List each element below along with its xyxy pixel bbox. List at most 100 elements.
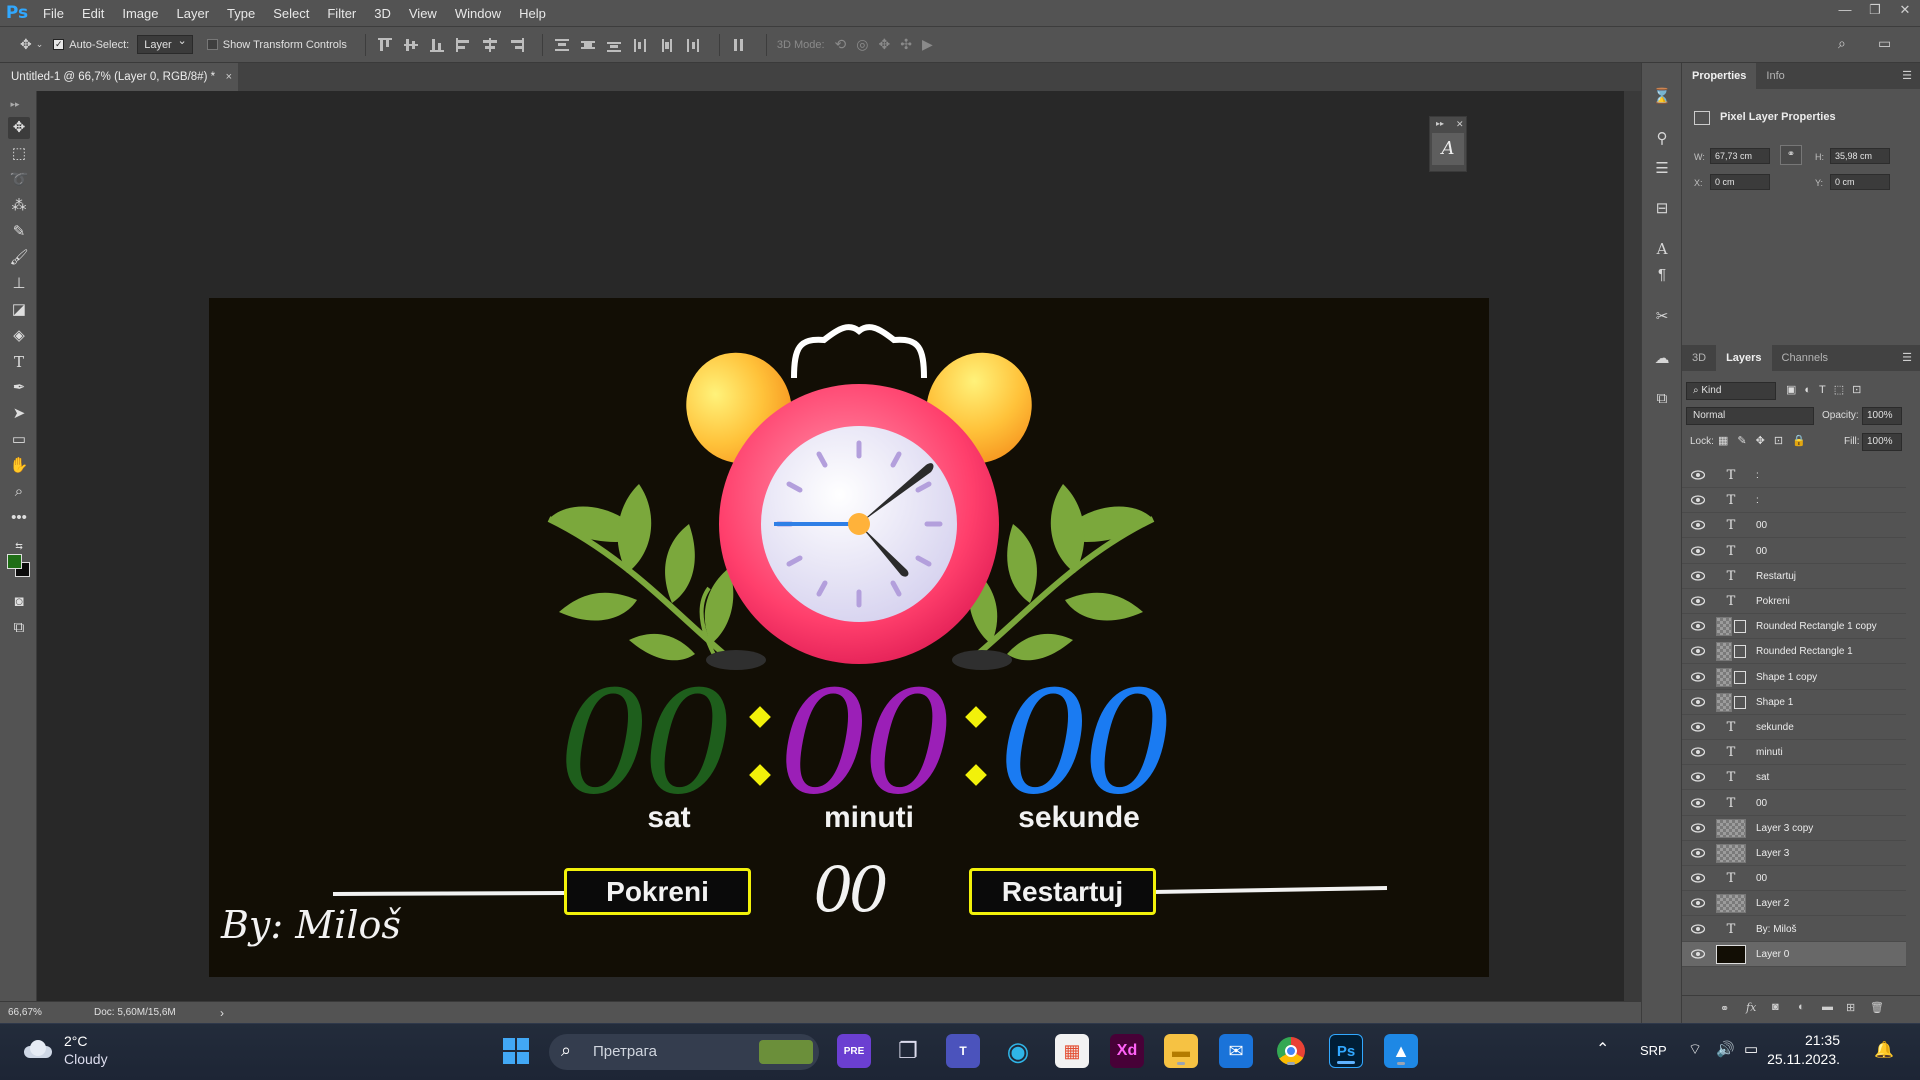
layer-name[interactable]: By: Miloš <box>1756 917 1797 942</box>
blend-mode-dropdown[interactable]: Normal <box>1686 407 1814 425</box>
tab-layers[interactable]: Layers <box>1716 345 1772 371</box>
opacity-field[interactable]: 100% <box>1862 407 1902 425</box>
quick-mask-icon[interactable]: ◙ <box>8 591 30 613</box>
layer-row[interactable]: T Restartuj <box>1682 564 1906 589</box>
layer-name[interactable]: : <box>1756 463 1759 488</box>
layer-row[interactable]: T 00 <box>1682 866 1906 892</box>
panel-menu-icon[interactable]: ☰ <box>1902 69 1912 82</box>
layer-row[interactable]: Tsekunde <box>1682 715 1906 740</box>
adjustments-icon[interactable]: ☰ <box>1652 159 1672 179</box>
layer-name[interactable]: Layer 3 <box>1756 841 1789 866</box>
lock-icons[interactable]: ▦✎✥⊡🔒 <box>1718 434 1815 447</box>
layer-row[interactable]: T 00 <box>1682 791 1906 816</box>
screen-mode-icon[interactable]: ⧉ <box>8 617 30 639</box>
new-group-icon[interactable]: ▬ <box>1822 1001 1833 1013</box>
store-icon[interactable]: ▦ <box>1055 1034 1089 1068</box>
layer-row[interactable]: T: <box>1682 463 1906 488</box>
status-menu-arrow-icon[interactable]: › <box>220 1002 224 1024</box>
show-transform-checkbox[interactable] <box>206 39 218 50</box>
zoom-level[interactable]: 66,67% <box>8 1002 42 1024</box>
menu-window[interactable]: Window <box>446 0 510 27</box>
notification-icon[interactable]: 🔔 <box>1874 1040 1894 1060</box>
clock-time[interactable]: 21:35 <box>1770 1032 1840 1048</box>
clock-date[interactable]: 25.11.2023. <box>1760 1051 1840 1067</box>
foreground-color-swatch[interactable] <box>7 554 22 569</box>
align-left-icon[interactable] <box>454 37 474 53</box>
align-hcenter-icon[interactable] <box>480 37 500 53</box>
document-tab[interactable]: Untitled-1 @ 66,7% (Layer 0, RGB/8#) * × <box>0 63 238 91</box>
layer-row[interactable]: Rounded Rectangle 1 <box>1682 639 1906 665</box>
visibility-eye-icon[interactable] <box>1690 771 1706 783</box>
mail-icon[interactable]: ✉ <box>1219 1034 1253 1068</box>
filter-icons[interactable]: ▣◐T⬚⊡ <box>1786 383 1869 396</box>
path-selection-tool-icon[interactable]: ➤ <box>8 403 30 425</box>
visibility-eye-icon[interactable] <box>1690 696 1706 708</box>
pen-tool-icon[interactable]: ✒ <box>8 377 30 399</box>
teams-icon[interactable]: T <box>946 1034 980 1068</box>
stamp-tool-icon[interactable]: ⊥ <box>8 273 30 295</box>
add-mask-icon[interactable]: ◙ <box>1772 1001 1779 1013</box>
slide-3d-icon[interactable]: ✣ <box>900 36 912 53</box>
layer-row[interactable]: Tsat <box>1682 765 1906 791</box>
edge-icon[interactable]: ◉ <box>1001 1034 1035 1068</box>
auto-align-icon[interactable] <box>730 37 750 53</box>
layer-row[interactable]: Layer 2 <box>1682 891 1906 917</box>
language-indicator[interactable]: SRP <box>1640 1043 1667 1058</box>
close-icon[interactable]: × <box>226 63 232 91</box>
history-icon[interactable]: ⌛ <box>1652 87 1672 107</box>
tab-info[interactable]: Info <box>1756 63 1794 89</box>
menu-layer[interactable]: Layer <box>168 0 219 27</box>
visibility-eye-icon[interactable] <box>1690 595 1706 607</box>
search-icon[interactable]: ⌕ <box>1838 35 1846 52</box>
visibility-eye-icon[interactable] <box>1690 746 1706 758</box>
chrome-icon[interactable] <box>1274 1034 1308 1068</box>
brush-tool-icon[interactable]: 🖌 <box>8 247 30 269</box>
layer-name[interactable]: Layer 2 <box>1756 891 1789 916</box>
workspace-icon[interactable]: ▭ <box>1878 35 1891 52</box>
layer-name[interactable]: Layer 3 copy <box>1756 816 1813 841</box>
clipchamp-icon[interactable]: PRE <box>837 1034 871 1068</box>
layer-name[interactable]: Shape 1 <box>1756 690 1793 715</box>
start-button[interactable] <box>499 1034 533 1068</box>
collapse-icon[interactable]: ▸▸ <box>1436 119 1444 128</box>
visibility-eye-icon[interactable] <box>1690 469 1706 481</box>
visibility-eye-icon[interactable] <box>1690 797 1706 809</box>
delete-layer-icon[interactable]: 🗑 <box>1870 1001 1884 1014</box>
width-field[interactable]: 67,73 cm <box>1710 148 1770 164</box>
visibility-eye-icon[interactable] <box>1690 897 1706 909</box>
scale-3d-icon[interactable]: ▶ <box>922 36 933 53</box>
zoom-tool-icon[interactable]: ⌕ <box>8 481 30 503</box>
align-bottom-icon[interactable] <box>428 37 448 53</box>
tools-preset-icon[interactable]: ✂ <box>1652 307 1672 327</box>
layer-row[interactable]: T: <box>1682 488 1906 514</box>
menu-help[interactable]: Help <box>510 0 555 27</box>
type-tool-icon[interactable]: T <box>8 351 30 373</box>
eraser-tool-icon[interactable]: ◪ <box>8 299 30 321</box>
tab-channels[interactable]: Channels <box>1772 345 1838 371</box>
distribute-left-icon[interactable] <box>631 37 651 53</box>
xd-icon[interactable]: Xd <box>1110 1034 1144 1068</box>
roll-3d-icon[interactable]: ◎ <box>856 36 868 53</box>
chevron-up-icon[interactable]: ⌃ <box>1596 1039 1609 1059</box>
distribute-hcenter-icon[interactable] <box>657 37 677 53</box>
paragraph-icon[interactable]: ¶ <box>1652 265 1672 285</box>
visibility-eye-icon[interactable] <box>1690 847 1706 859</box>
visibility-eye-icon[interactable] <box>1690 948 1706 960</box>
pan-3d-icon[interactable]: ✥ <box>879 36 891 53</box>
visibility-eye-icon[interactable] <box>1690 822 1706 834</box>
layer-row[interactable]: T 00 <box>1682 539 1906 564</box>
weather-desc[interactable]: Cloudy <box>64 1051 108 1067</box>
marquee-tool-icon[interactable]: ⬚ <box>8 143 30 165</box>
minimize-button[interactable]: — <box>1830 0 1860 22</box>
close-window-button[interactable]: ✕ <box>1890 0 1920 22</box>
visibility-eye-icon[interactable] <box>1690 545 1706 557</box>
taskbar-search[interactable]: ⌕ Претрага <box>549 1034 819 1070</box>
menu-filter[interactable]: Filter <box>318 0 365 27</box>
align-vcenter-icon[interactable] <box>402 37 422 53</box>
fill-field[interactable]: 100% <box>1862 433 1902 451</box>
libraries-icon[interactable]: ⊟ <box>1652 199 1672 219</box>
patterns-icon[interactable]: ⧉ <box>1652 389 1672 409</box>
move-tool-icon[interactable]: ✥ <box>8 117 30 139</box>
layer-row[interactable]: T 00 <box>1682 513 1906 539</box>
menu-select[interactable]: Select <box>264 0 318 27</box>
